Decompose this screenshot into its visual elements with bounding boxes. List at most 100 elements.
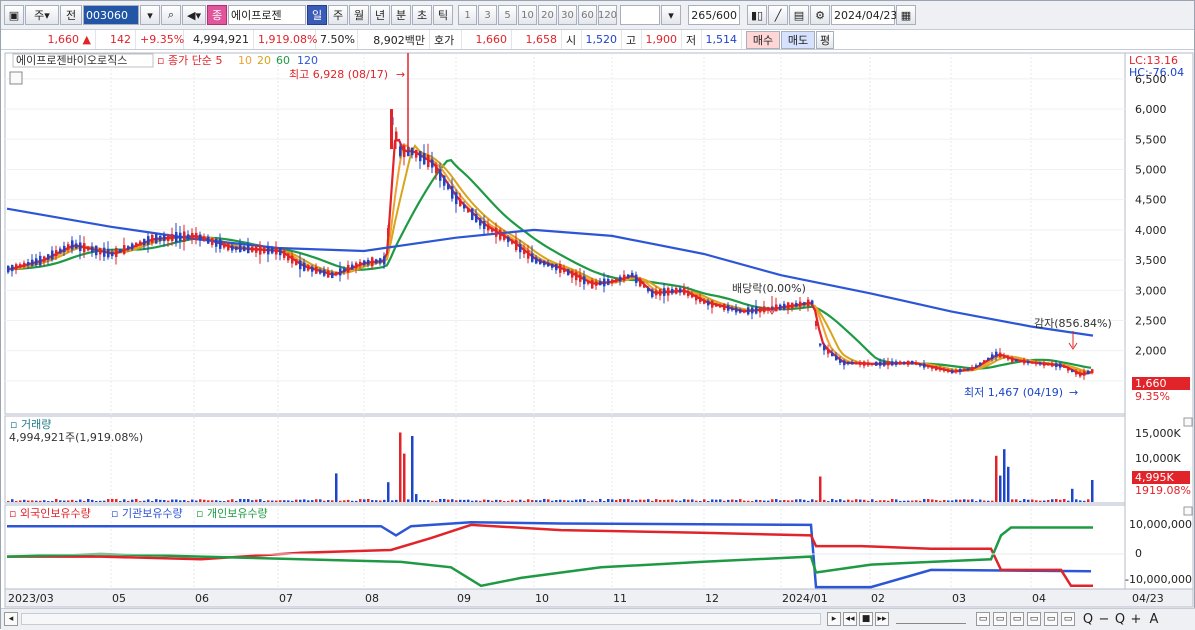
candle-body: [551, 263, 554, 268]
zoom-out-q-icon[interactable]: Q: [1081, 612, 1095, 627]
buy-button[interactable]: 매수: [746, 30, 780, 49]
interval-button-5[interactable]: 5: [498, 5, 517, 25]
mode-select[interactable]: 주 ▾: [25, 5, 59, 25]
volume-panel-close-icon[interactable]: [1183, 417, 1193, 427]
volume-bar: [91, 499, 94, 502]
layout-5-icon[interactable]: ▭: [1044, 612, 1058, 626]
calendar-icon[interactable]: ▦: [896, 5, 916, 25]
font-size-icon[interactable]: A: [1147, 612, 1161, 627]
layout-1-icon[interactable]: ▭: [976, 612, 990, 626]
vol-axis-15000: 15,000K: [1135, 427, 1181, 440]
candle-body: [359, 261, 362, 266]
interval-button-20[interactable]: 20: [538, 5, 557, 25]
period-tab-6[interactable]: 틱: [433, 5, 453, 25]
layout-2-icon[interactable]: ▭: [993, 612, 1007, 626]
zoom-slider[interactable]: [896, 614, 966, 624]
volume-bar: [263, 500, 266, 502]
volume-bar: [551, 500, 554, 502]
scroll-left-icon[interactable]: ◂: [4, 612, 18, 626]
legend-indiv: ▫ 개인보유수량: [196, 507, 268, 520]
sell-button[interactable]: 매도: [781, 30, 815, 49]
candle-body: [315, 266, 318, 274]
scroll-track[interactable]: [21, 613, 821, 625]
rewind-icon[interactable]: ◂◂: [843, 612, 857, 626]
candle-body: [951, 370, 954, 374]
candle-body: [339, 268, 342, 276]
layout-3-icon[interactable]: ▭: [1010, 612, 1024, 626]
volume-bar: [55, 498, 58, 502]
period-tab-5[interactable]: 초: [412, 5, 432, 25]
candle-body: [1035, 362, 1038, 365]
stock-name-field[interactable]: 에이프로젠: [228, 5, 306, 25]
volume-bar: [995, 455, 998, 502]
period-tab-1[interactable]: 주: [328, 5, 348, 25]
bar-count-input[interactable]: 265/600: [688, 5, 740, 25]
legend-foreign-text: 외국인보유수량: [20, 507, 91, 520]
volume-bar: [727, 499, 730, 502]
candle-body: [719, 304, 722, 308]
volume-bar: [147, 499, 150, 502]
candle-body: [619, 276, 622, 282]
volume-bar: [499, 499, 502, 502]
sound-icon[interactable]: ◀▾: [182, 5, 206, 25]
volume-bar: [883, 500, 886, 502]
interval-button-60[interactable]: 60: [578, 5, 597, 25]
volume-bar: [451, 499, 454, 502]
volume-bar: [939, 500, 942, 502]
volume-bar: [75, 500, 78, 502]
interval-button-10[interactable]: 10: [518, 5, 537, 25]
interval-dropdown-icon[interactable]: ▾: [661, 5, 681, 25]
interval-button-30[interactable]: 30: [558, 5, 577, 25]
volume-bar: [371, 500, 374, 502]
candle-body: [963, 369, 966, 371]
interval-button-1[interactable]: 1: [458, 5, 477, 25]
price-tag-value: 1,660: [1135, 377, 1167, 390]
volume-bar: [787, 500, 790, 502]
window-menu-icon[interactable]: ▣: [4, 5, 24, 25]
layout-4-icon[interactable]: ▭: [1027, 612, 1041, 626]
holding-panel-close-icon[interactable]: [1183, 506, 1193, 516]
stock-chart[interactable]: 에이프로젠바이오로직스 ▫ 종가 단순 5 10 20 60 120 LC:13…: [1, 50, 1195, 608]
stock-code-input[interactable]: 003060: [83, 5, 139, 25]
candle-body: [571, 270, 574, 278]
candle-body: [855, 362, 858, 365]
prev-button[interactable]: 전: [60, 5, 82, 25]
search-icon[interactable]: ⌕: [161, 5, 181, 25]
interval-button-120[interactable]: 120: [598, 5, 617, 25]
candle-body: [247, 244, 250, 254]
plus-icon[interactable]: +: [1129, 612, 1143, 627]
period-tab-3[interactable]: 년: [370, 5, 390, 25]
interval-button-3[interactable]: 3: [478, 5, 497, 25]
gear-icon[interactable]: ⚙: [810, 5, 830, 25]
candle-body: [919, 363, 922, 366]
draw-tool-icon[interactable]: ╱: [768, 5, 788, 25]
stop-icon[interactable]: ■: [859, 612, 873, 626]
date-input[interactable]: 2024/04/23: [831, 5, 897, 25]
volume-bar: [339, 500, 342, 502]
volume-sub: 4,994,921주(1,919.08%): [9, 431, 143, 444]
eval-button[interactable]: 평: [816, 30, 834, 49]
zoom-in-q-icon[interactable]: Q: [1113, 612, 1127, 627]
dropdown-arrow-icon[interactable]: ▾: [140, 5, 160, 25]
volume-bar: [223, 501, 226, 502]
volume-bar: [399, 432, 402, 502]
low-label: 저: [682, 30, 702, 49]
period-tab-2[interactable]: 월: [349, 5, 369, 25]
table-view-icon[interactable]: [9, 71, 23, 85]
period-tab-0[interactable]: 일: [307, 5, 327, 25]
layout-6-icon[interactable]: ▭: [1061, 612, 1075, 626]
volume-bar: [535, 500, 538, 502]
price-axis-5: 4,000: [1135, 224, 1167, 237]
jong-badge[interactable]: 종: [207, 5, 227, 25]
save-icon[interactable]: ▤: [789, 5, 809, 25]
scroll-right-icon[interactable]: ▸: [827, 612, 841, 626]
volume-bar: [1075, 499, 1078, 502]
minus-icon[interactable]: −: [1097, 612, 1111, 627]
forward-icon[interactable]: ▸▸: [875, 612, 889, 626]
volume-bar: [791, 500, 794, 502]
candle-type-icon[interactable]: ▮▯: [747, 5, 767, 25]
bottom-scrollbar: ◂ ▸ ◂◂ ■ ▸▸ ▭ ▭ ▭ ▭ ▭ ▭ Q − Q + A: [1, 608, 1195, 630]
price-axis-3: 5,000: [1135, 163, 1167, 176]
interval-input[interactable]: [620, 5, 660, 25]
period-tab-4[interactable]: 분: [391, 5, 411, 25]
